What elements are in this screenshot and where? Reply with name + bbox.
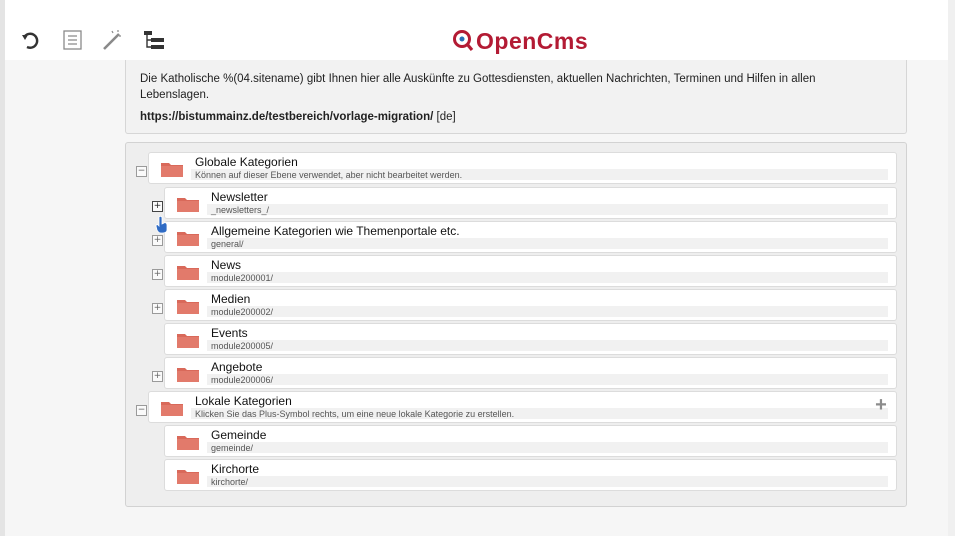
refresh-icon[interactable] [19, 28, 43, 52]
folder-icon [177, 470, 199, 484]
tree-node-global-categories[interactable]: Globale Kategorien Können auf dieser Ebe… [148, 152, 897, 184]
expand-toggle-general[interactable]: + [152, 235, 163, 246]
site-description: Die Katholische %(04.sitename) gibt Ihne… [140, 73, 816, 101]
tree-node-local-categories[interactable]: Lokale Kategorien Klicken Sie das Plus-S… [148, 391, 897, 423]
folder-icon [161, 402, 183, 416]
add-category-button[interactable]: + [872, 395, 890, 415]
toolbar: OpenCms [5, 0, 948, 61]
expand-toggle-newsletter[interactable]: + [152, 201, 163, 212]
site-url-line: https://bistummainz.de/testbereich/vorla… [140, 111, 456, 123]
folder-icon [177, 368, 199, 382]
collapse-toggle-local[interactable]: − [136, 405, 147, 416]
node-path: module200002/ [211, 307, 274, 317]
tree-node-newsletter[interactable]: Newsletter _newsletters_/ [164, 187, 897, 219]
node-title: Medien [211, 292, 251, 306]
node-title: Kirchorte [211, 462, 260, 476]
magic-wand-icon[interactable] [100, 28, 124, 52]
node-path: kirchorte/ [211, 477, 249, 487]
node-title: Angebote [211, 360, 263, 374]
node-title: Gemeinde [211, 428, 267, 442]
main-content: Die Katholische %(04.sitename) gibt Ihne… [5, 60, 948, 536]
tree-node-angebote[interactable]: Angebote module200006/ [164, 357, 897, 389]
tree-node-medien[interactable]: Medien module200002/ [164, 289, 897, 321]
hand-cursor-icon [155, 216, 168, 234]
folder-icon [161, 163, 183, 177]
node-title: Allgemeine Kategorien wie Themenportale … [211, 224, 460, 238]
node-path: gemeinde/ [211, 443, 254, 453]
folder-icon [177, 300, 199, 314]
collapse-toggle-global[interactable]: − [136, 166, 147, 177]
node-path: module200006/ [211, 375, 274, 385]
node-title: Events [211, 326, 248, 340]
node-title: News [211, 258, 242, 272]
site-url[interactable]: https://bistummainz.de/testbereich/vorla… [140, 111, 433, 123]
tree-node-kirchorte[interactable]: Kirchorte kirchorte/ [164, 459, 897, 491]
node-path: general/ [211, 239, 244, 249]
folder-icon [177, 266, 199, 280]
expand-toggle-news[interactable]: + [152, 269, 163, 280]
node-path: module200005/ [211, 341, 274, 351]
scroll-gutter [948, 0, 955, 536]
list-icon[interactable] [61, 28, 85, 52]
folder-icon [177, 232, 199, 246]
folder-icon [177, 436, 199, 450]
node-subtitle: Können auf dieser Ebene verwendet, aber … [195, 170, 463, 180]
node-title: Lokale Kategorien [195, 394, 292, 408]
tree-node-events[interactable]: Events module200005/ [164, 323, 897, 355]
tree-node-general[interactable]: Allgemeine Kategorien wie Themenportale … [164, 221, 897, 253]
site-info-box: Die Katholische %(04.sitename) gibt Ihne… [125, 60, 907, 134]
folder-icon [177, 334, 199, 348]
folder-icon [177, 198, 199, 212]
site-locale: [de] [436, 111, 456, 123]
category-tree: − Globale Kategorien Können auf dieser E… [125, 142, 907, 507]
tree-node-gemeinde[interactable]: Gemeinde gemeinde/ [164, 425, 897, 457]
node-title: Newsletter [211, 190, 268, 204]
expand-toggle-angebote[interactable]: + [152, 371, 163, 382]
node-title: Globale Kategorien [195, 155, 298, 169]
node-path: module200001/ [211, 273, 274, 283]
sitemap-icon[interactable] [142, 28, 166, 52]
node-path: _newsletters_/ [211, 205, 270, 215]
logo-text: OpenCms [476, 28, 589, 54]
expand-toggle-medien[interactable]: + [152, 303, 163, 314]
tree-node-news[interactable]: News module200001/ [164, 255, 897, 287]
node-subtitle: Klicken Sie das Plus-Symbol rechts, um e… [195, 409, 515, 419]
